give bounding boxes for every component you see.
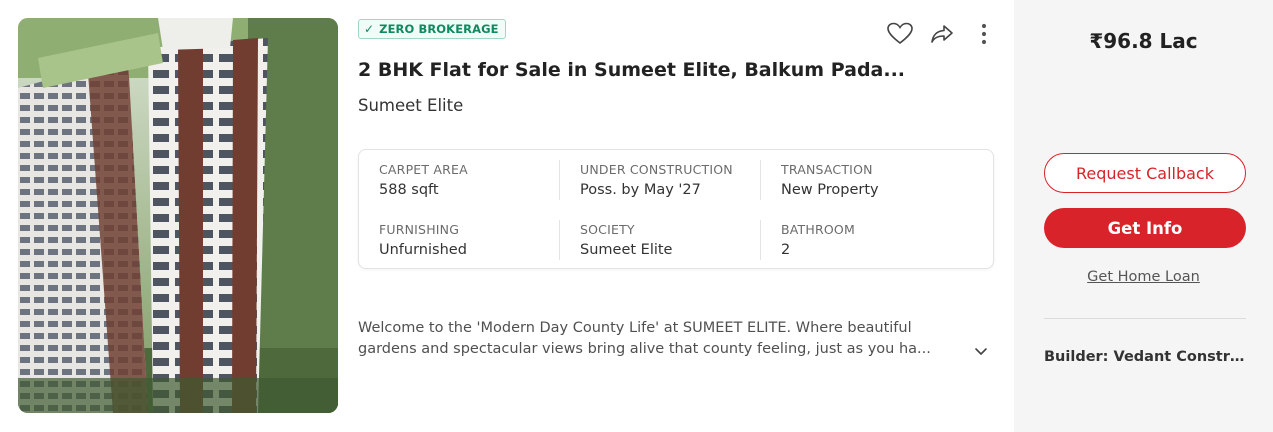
- spec-bathroom: BATHROOM 2: [781, 222, 961, 258]
- listing-title[interactable]: 2 BHK Flat for Sale in Sumeet Elite, Bal…: [358, 59, 918, 81]
- zero-brokerage-badge: ✓ ZERO BROKERAGE: [358, 19, 506, 39]
- spec-label: CARPET AREA: [379, 162, 468, 177]
- card-actions: [886, 20, 998, 48]
- spec-value: Sumeet Elite: [580, 242, 673, 258]
- check-icon: ✓: [364, 22, 375, 36]
- chevron-down-icon[interactable]: [972, 342, 990, 360]
- price-panel: ₹96.8 Lac Request Callback Get Info Get …: [1014, 0, 1273, 432]
- request-callback-button[interactable]: Request Callback: [1044, 153, 1246, 193]
- divider: [1044, 318, 1246, 319]
- property-listing-card: ✓ ZERO BROKERAGE 2 BHK Flat for Sale in …: [0, 0, 1273, 432]
- spec-furnishing: FURNISHING Unfurnished: [379, 222, 559, 258]
- spec-carpet-area: CARPET AREA 588 sqft: [379, 162, 559, 198]
- divider: [760, 220, 761, 260]
- spec-label: UNDER CONSTRUCTION: [580, 162, 733, 177]
- share-icon[interactable]: [928, 20, 956, 48]
- listing-description: Welcome to the 'Modern Day County Life' …: [358, 318, 966, 360]
- spec-value: 2: [781, 242, 791, 258]
- badge-label: ZERO BROKERAGE: [379, 22, 499, 36]
- builder-name[interactable]: Builder: Vedant Construc...: [1044, 349, 1249, 365]
- price: ₹96.8 Lac: [1089, 29, 1198, 53]
- spec-value: Poss. by May '27: [580, 182, 701, 198]
- spec-label: TRANSACTION: [781, 162, 873, 177]
- spec-possession: UNDER CONSTRUCTION Poss. by May '27: [580, 162, 760, 198]
- get-info-button[interactable]: Get Info: [1044, 208, 1246, 248]
- spec-label: BATHROOM: [781, 222, 855, 237]
- spec-value: Unfurnished: [379, 242, 467, 258]
- description-line: gardens and spectacular views bring aliv…: [358, 341, 931, 357]
- spec-society: SOCIETY Sumeet Elite: [580, 222, 760, 258]
- property-photo[interactable]: [18, 18, 338, 413]
- divider: [559, 160, 560, 200]
- spec-value: 588 sqft: [379, 182, 439, 198]
- project-name[interactable]: Sumeet Elite: [358, 96, 463, 115]
- get-home-loan-link[interactable]: Get Home Loan: [1014, 269, 1273, 285]
- divider: [559, 220, 560, 260]
- spec-transaction: TRANSACTION New Property: [781, 162, 961, 198]
- description-line: Welcome to the 'Modern Day County Life' …: [358, 320, 912, 336]
- divider: [760, 160, 761, 200]
- more-vertical-icon[interactable]: [970, 20, 998, 48]
- spec-label: FURNISHING: [379, 222, 460, 237]
- heart-icon[interactable]: [886, 20, 914, 48]
- spec-label: SOCIETY: [580, 222, 635, 237]
- spec-value: New Property: [781, 182, 879, 198]
- specs-box: CARPET AREA 588 sqft UNDER CONSTRUCTION …: [358, 149, 994, 269]
